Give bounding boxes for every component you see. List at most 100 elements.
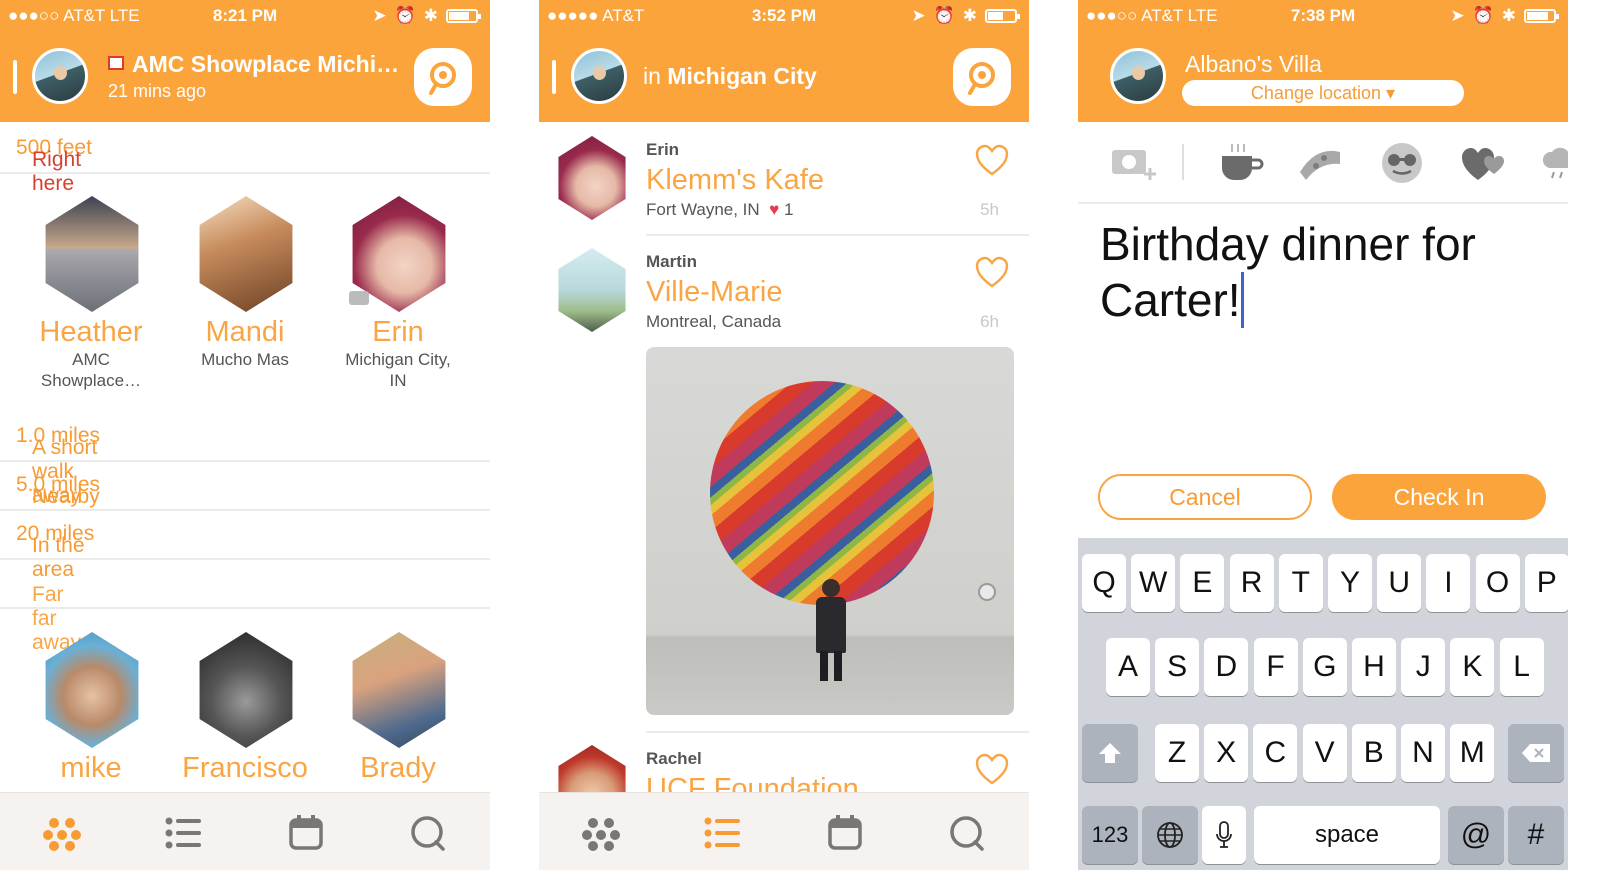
friend-brady[interactable]: Brady — [323, 632, 473, 785]
key-q[interactable]: Q — [1082, 554, 1126, 612]
check-in-button[interactable] — [953, 48, 1011, 106]
friend-mike[interactable]: mike — [16, 632, 166, 785]
key-w[interactable]: W — [1131, 554, 1176, 612]
key-i[interactable]: I — [1426, 554, 1471, 612]
tab-search-icon[interactable] — [408, 813, 448, 853]
key-s[interactable]: S — [1155, 638, 1200, 696]
key-a[interactable]: A — [1106, 638, 1150, 696]
tab-search-icon[interactable] — [947, 813, 987, 853]
bluetooth-icon: ✱ — [423, 6, 438, 25]
at-key[interactable]: @ — [1448, 806, 1504, 864]
key-k[interactable]: K — [1450, 638, 1495, 696]
avatar[interactable] — [1110, 48, 1166, 104]
dictation-key[interactable] — [1202, 806, 1246, 864]
space-key[interactable]: space — [1254, 806, 1440, 864]
feed-item[interactable]: Martin Ville-Marie Montreal, Canada 6h — [539, 236, 1029, 346]
bluetooth-icon: ✱ — [1501, 6, 1516, 25]
sunglasses-sticker-icon[interactable] — [1378, 140, 1426, 186]
avatar[interactable] — [32, 48, 88, 104]
section-nearby[interactable]: Nearby 5.0 miles — [0, 461, 490, 511]
key-m[interactable]: M — [1450, 724, 1495, 782]
key-o[interactable]: O — [1475, 554, 1520, 612]
key-y[interactable]: Y — [1328, 554, 1372, 612]
checkin-compose-screen: ●●●○○ AT&T LTE 7:38 PM ➤ ⏰ ✱ Albano's Vi… — [1078, 0, 1568, 870]
shift-key[interactable] — [1082, 724, 1138, 782]
section-in-the-area[interactable]: In the area 20 miles — [0, 510, 490, 581]
friend-mandi[interactable]: Mandi Mucho Mas — [170, 196, 320, 370]
battery-icon — [985, 9, 1020, 23]
key-p[interactable]: P — [1524, 554, 1568, 612]
hash-key[interactable]: # — [1508, 806, 1564, 864]
key-g[interactable]: G — [1302, 638, 1347, 696]
add-photo-icon[interactable] — [1110, 146, 1158, 182]
tab-nearby-icon[interactable] — [42, 813, 82, 853]
key-d[interactable]: D — [1204, 638, 1249, 696]
header-location[interactable]: in Michigan City — [643, 63, 817, 90]
heart-small-icon: ♥ — [769, 200, 780, 219]
change-location-button[interactable]: Change location ▾ — [1182, 80, 1464, 106]
check-in-button[interactable] — [414, 48, 472, 106]
key-l[interactable]: L — [1499, 638, 1544, 696]
tab-bar — [539, 792, 1029, 870]
key-e[interactable]: E — [1180, 554, 1225, 612]
tab-calendar-icon[interactable] — [286, 813, 326, 853]
pizza-sticker-icon[interactable] — [1296, 142, 1346, 184]
like-heart-icon[interactable] — [975, 753, 1009, 787]
friend-heather[interactable]: Heather AMC Showplace… — [16, 196, 166, 391]
tab-calendar-icon[interactable] — [825, 813, 865, 853]
friend-name: Mandi — [205, 316, 285, 348]
key-h[interactable]: H — [1352, 638, 1396, 696]
globe-key[interactable] — [1142, 806, 1198, 864]
user-photo[interactable] — [558, 248, 626, 332]
location-arrow-icon: ➤ — [911, 6, 926, 25]
friend-location: Michigan City, — [345, 350, 451, 369]
text-cursor — [1240, 272, 1244, 328]
tab-feed-icon[interactable] — [163, 813, 203, 853]
coffee-sticker-icon[interactable] — [1218, 142, 1264, 184]
friend-erin[interactable]: Erin Michigan City, IN — [323, 196, 473, 391]
key-j[interactable]: J — [1401, 638, 1446, 696]
mural-circle — [710, 381, 934, 605]
like-heart-icon[interactable] — [975, 256, 1009, 290]
checkin-message-input[interactable]: Birthday dinner for Carter! — [1100, 216, 1550, 328]
key-z[interactable]: Z — [1155, 724, 1199, 782]
person-leg — [834, 651, 842, 681]
hearts-sticker-icon[interactable] — [1460, 144, 1506, 184]
key-b[interactable]: B — [1351, 724, 1396, 782]
key-v[interactable]: V — [1302, 724, 1347, 782]
camera-icon — [349, 291, 369, 305]
friend-location: Mucho Mas — [201, 350, 289, 369]
key-c[interactable]: C — [1253, 724, 1298, 782]
cancel-button[interactable]: Cancel — [1098, 474, 1312, 520]
key-u[interactable]: U — [1377, 554, 1422, 612]
feed-user[interactable]: Martin — [646, 252, 697, 272]
battery-icon — [1524, 9, 1559, 23]
user-photo[interactable] — [558, 136, 626, 220]
tab-nearby-icon[interactable] — [581, 813, 621, 853]
alarm-icon: ⏰ — [394, 6, 416, 25]
check-in-submit-button[interactable]: Check In — [1332, 474, 1546, 520]
section-right-here[interactable]: Right here 500 feet — [0, 124, 490, 195]
section-far-away[interactable]: Far far away — [0, 559, 490, 654]
key-x[interactable]: X — [1204, 724, 1249, 782]
delete-key[interactable] — [1508, 724, 1564, 782]
current-venue[interactable]: AMC Showplace Michi… — [132, 51, 399, 78]
globe-icon — [1157, 822, 1183, 848]
key-n[interactable]: N — [1401, 724, 1445, 782]
key-r[interactable]: R — [1229, 554, 1274, 612]
feed-user[interactable]: Erin — [646, 140, 679, 160]
feed-user[interactable]: Rachel — [646, 749, 702, 769]
feed-venue[interactable]: Ville-Marie — [646, 276, 782, 309]
key-t[interactable]: T — [1278, 554, 1323, 612]
like-heart-icon[interactable] — [975, 144, 1009, 178]
feed-item[interactable]: Erin Klemm's Kafe Fort Wayne, IN ♥ 1 5h — [539, 124, 1029, 234]
numbers-key[interactable]: 123 — [1082, 806, 1138, 864]
checkin-photo[interactable] — [646, 347, 1014, 715]
rain-cloud-sticker-icon[interactable] — [1540, 144, 1568, 184]
tab-feed-icon[interactable] — [702, 813, 742, 853]
friend-francisco[interactable]: Francisco — [170, 632, 320, 785]
avatar[interactable] — [571, 48, 627, 104]
key-f[interactable]: F — [1253, 638, 1298, 696]
feed-venue[interactable]: Klemm's Kafe — [646, 164, 824, 197]
section-short-walk[interactable]: A short walk away 1.0 miles — [0, 412, 490, 507]
